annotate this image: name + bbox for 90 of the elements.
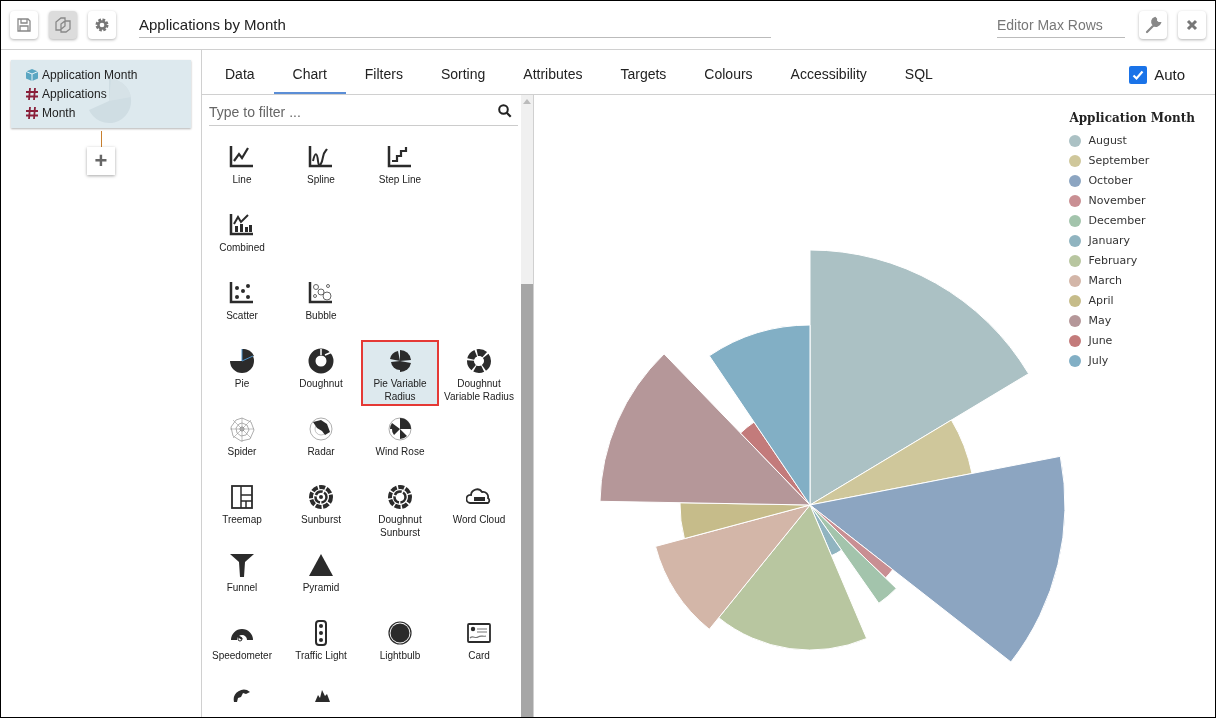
add-button[interactable]: +	[87, 147, 115, 175]
pie-variable-radius-icon	[387, 348, 413, 374]
spider-chart-icon	[229, 416, 255, 442]
chart-type-option[interactable]: Combined	[205, 206, 279, 264]
chart-type-option[interactable]: Pie Variable Radius	[363, 342, 437, 404]
sunburst-chart-icon	[308, 484, 334, 510]
legend-label[interactable]: May	[1088, 312, 1112, 330]
chart-type-option[interactable]: Traffic Light	[284, 614, 358, 672]
auto-label: Auto	[1154, 64, 1185, 85]
legend-label[interactable]: October	[1088, 172, 1133, 190]
chart-type-option[interactable]: Sunburst	[284, 478, 358, 536]
auto-checkbox[interactable]	[1129, 65, 1148, 84]
search-icon	[498, 104, 512, 118]
chart-type-option[interactable]: Doughnut Variable Radius	[442, 342, 516, 400]
chart-type-option[interactable]: Pyramid	[284, 546, 358, 604]
save-icon	[16, 17, 32, 33]
scrollbar-thumb[interactable]	[521, 284, 533, 717]
treemap-icon	[229, 484, 255, 510]
copy-button[interactable]	[49, 11, 77, 39]
settings-button[interactable]	[88, 11, 116, 39]
chart-type-option[interactable]: Scatter	[205, 274, 279, 332]
save-button[interactable]	[10, 11, 38, 39]
lightbulb-icon	[387, 620, 413, 646]
chart-type-option[interactable]: Doughnut Sunburst	[363, 478, 437, 536]
chart-type-option[interactable]: Spline	[284, 138, 358, 196]
legend-label[interactable]: July	[1088, 352, 1109, 370]
legend-label[interactable]: August	[1088, 132, 1127, 150]
copy-icon	[54, 16, 72, 34]
combined-chart-icon	[229, 212, 255, 238]
legend-label[interactable]: March	[1088, 272, 1122, 290]
tab[interactable]: SQL	[885, 56, 952, 94]
doughnut-sunburst-icon	[387, 484, 413, 510]
legend-label[interactable]: December	[1088, 212, 1146, 230]
settings-icon	[94, 17, 110, 33]
tab[interactable]: Accessibility	[771, 56, 886, 94]
filter-field[interactable]: Type to filter ...	[209, 99, 498, 125]
tools-button[interactable]	[1139, 11, 1167, 39]
tree-item-label[interactable]: Month	[42, 104, 76, 123]
bubble-chart-icon	[308, 280, 334, 306]
tab[interactable]: Data	[206, 56, 274, 94]
spline-chart-icon	[308, 144, 334, 170]
chart-type-option[interactable]: Doughnut	[284, 342, 358, 400]
chart-type-option[interactable]: Word Cloud	[442, 478, 516, 536]
wrench-icon	[1144, 16, 1162, 34]
legend-label[interactable]: November	[1088, 192, 1146, 210]
legend-label[interactable]: February	[1088, 252, 1138, 270]
pie-chart-icon	[229, 348, 255, 374]
tab[interactable]: Sorting	[421, 56, 505, 94]
chart-type-option[interactable]: Step Line	[363, 138, 437, 196]
chart-type-option[interactable]: Speedometer	[205, 614, 279, 672]
funnel-icon	[229, 552, 255, 578]
data-source-card[interactable]: Application Month Applications Month	[11, 60, 191, 128]
doughnut-variable-radius-icon	[466, 348, 492, 374]
chart-type-option[interactable]: Bubble	[284, 274, 358, 332]
radar-chart-icon	[308, 416, 334, 442]
title-field[interactable]: Applications by Month	[139, 12, 771, 38]
hash-icon	[25, 106, 39, 121]
line-chart-icon	[229, 144, 255, 170]
tab[interactable]: Targets	[601, 56, 686, 94]
chart-type-option[interactable]: Line	[205, 138, 279, 196]
tab[interactable]: Filters	[345, 56, 422, 94]
legend-label[interactable]: September	[1088, 152, 1150, 170]
legend-label[interactable]: April	[1088, 292, 1114, 310]
wind-rose-chart-icon	[387, 416, 413, 442]
hash-icon	[25, 87, 39, 101]
chart-type-option[interactable]: Card	[442, 614, 516, 672]
chart-type-option[interactable]: Funnel	[205, 546, 279, 604]
chart-type-option[interactable]: Wind Rose	[363, 410, 437, 468]
cube-icon	[25, 67, 39, 82]
legend-label[interactable]: January	[1088, 232, 1131, 250]
legend-title: Application Month	[1069, 110, 1195, 127]
legend-label[interactable]: June	[1088, 332, 1113, 350]
pyramid-icon	[308, 552, 334, 578]
chart-type-option[interactable]: Treemap	[205, 478, 279, 536]
chart-type-option[interactable]: Radar	[284, 410, 358, 468]
chart-type-option[interactable]: Pie	[205, 342, 279, 400]
tab[interactable]: Attributes	[504, 56, 602, 94]
close-icon	[1186, 19, 1198, 31]
scatter-chart-icon	[229, 280, 255, 306]
chart-type-option[interactable]: Spider	[205, 410, 279, 468]
tree-item-label[interactable]: Application Month	[42, 65, 138, 84]
max-rows-field[interactable]: Editor Max Rows	[997, 12, 1125, 38]
card-icon	[466, 620, 492, 646]
tab[interactable]: Chart	[273, 56, 346, 94]
step-line-chart-icon	[387, 144, 413, 170]
tab[interactable]: Colours	[685, 56, 772, 94]
close-button[interactable]	[1178, 11, 1206, 39]
tree-item-label[interactable]: Applications	[42, 85, 107, 103]
chart-type-option[interactable]: Lightbulb	[363, 614, 437, 672]
doughnut-chart-icon	[308, 348, 334, 374]
